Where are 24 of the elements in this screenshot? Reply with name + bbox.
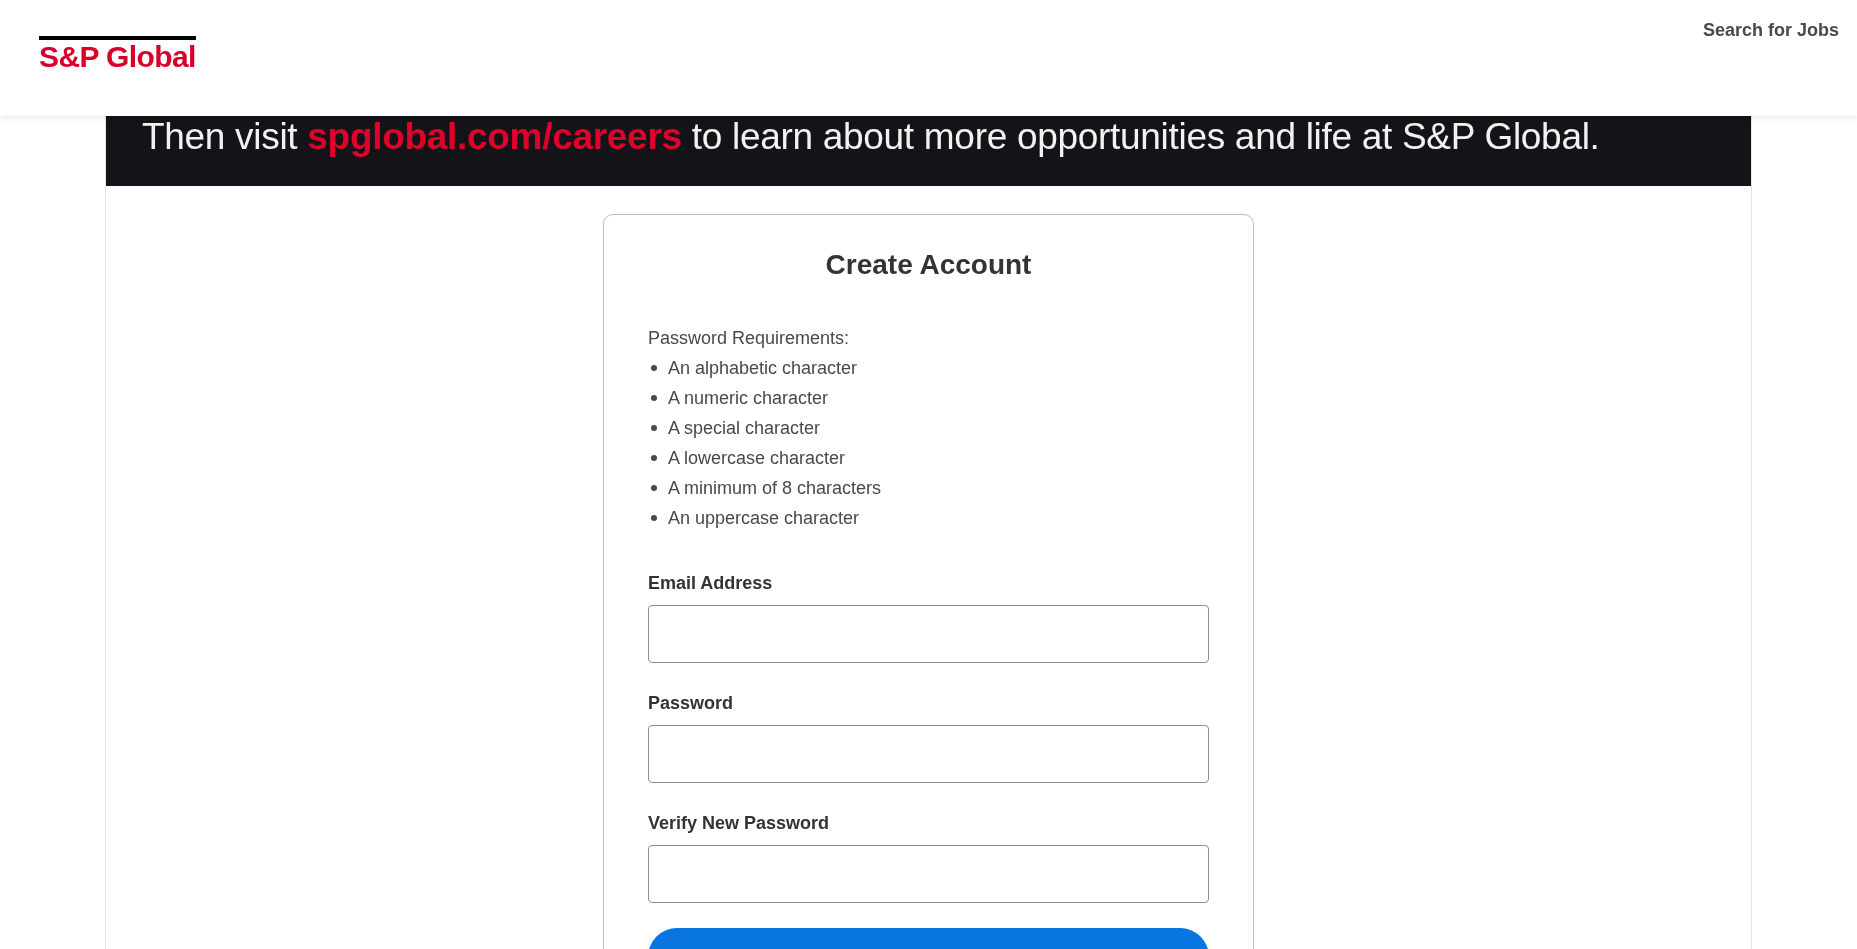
bullet-icon [651, 425, 657, 431]
form-title: Create Account [824, 248, 1033, 282]
field-label: Verify New Password [648, 812, 831, 835]
requirement-text: An alphabetic character [668, 357, 858, 380]
requirement-text: A minimum of 8 characters [668, 477, 882, 500]
bullet-icon [651, 455, 657, 461]
bullet-icon [651, 365, 657, 371]
input-field[interactable] [648, 845, 1209, 903]
bullet-icon [651, 485, 657, 491]
requirement-text: An uppercase character [668, 507, 860, 530]
bullet-icon [651, 395, 657, 401]
field-label: Email Address [648, 572, 774, 595]
requirement-text: A lowercase character [668, 447, 846, 470]
requirements-heading: Password Requirements: [648, 327, 851, 350]
field-label: Password [648, 692, 735, 715]
careers-link[interactable]: spglobal.com/careers [307, 116, 682, 157]
banner-text: Then visit spglobal.com/careers to learn about more opportunities and life at S&P Global. [142, 116, 1600, 158]
input-field[interactable] [648, 725, 1209, 783]
bullet-icon [651, 515, 657, 521]
search-jobs-link[interactable]: Search for Jobs [1702, 19, 1839, 41]
input-field[interactable] [648, 605, 1209, 663]
logo-link[interactable]: S&P Global [39, 36, 196, 72]
requirement-text: A numeric character [668, 387, 829, 410]
requirement-text: A special character [668, 417, 821, 440]
